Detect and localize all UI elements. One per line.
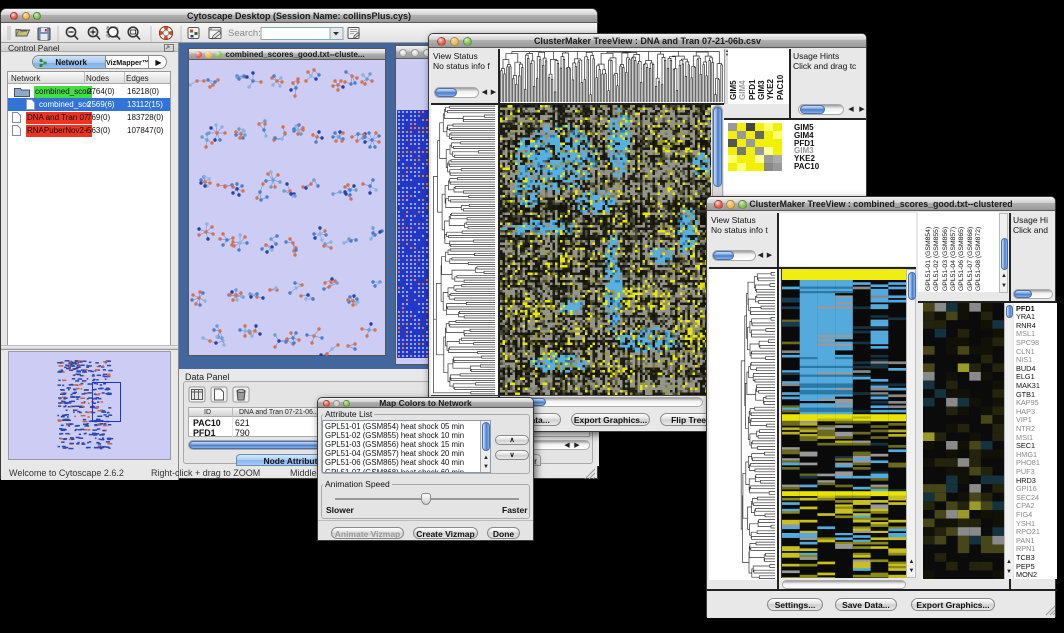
- svg-text:Search:: Search:: [228, 28, 261, 39]
